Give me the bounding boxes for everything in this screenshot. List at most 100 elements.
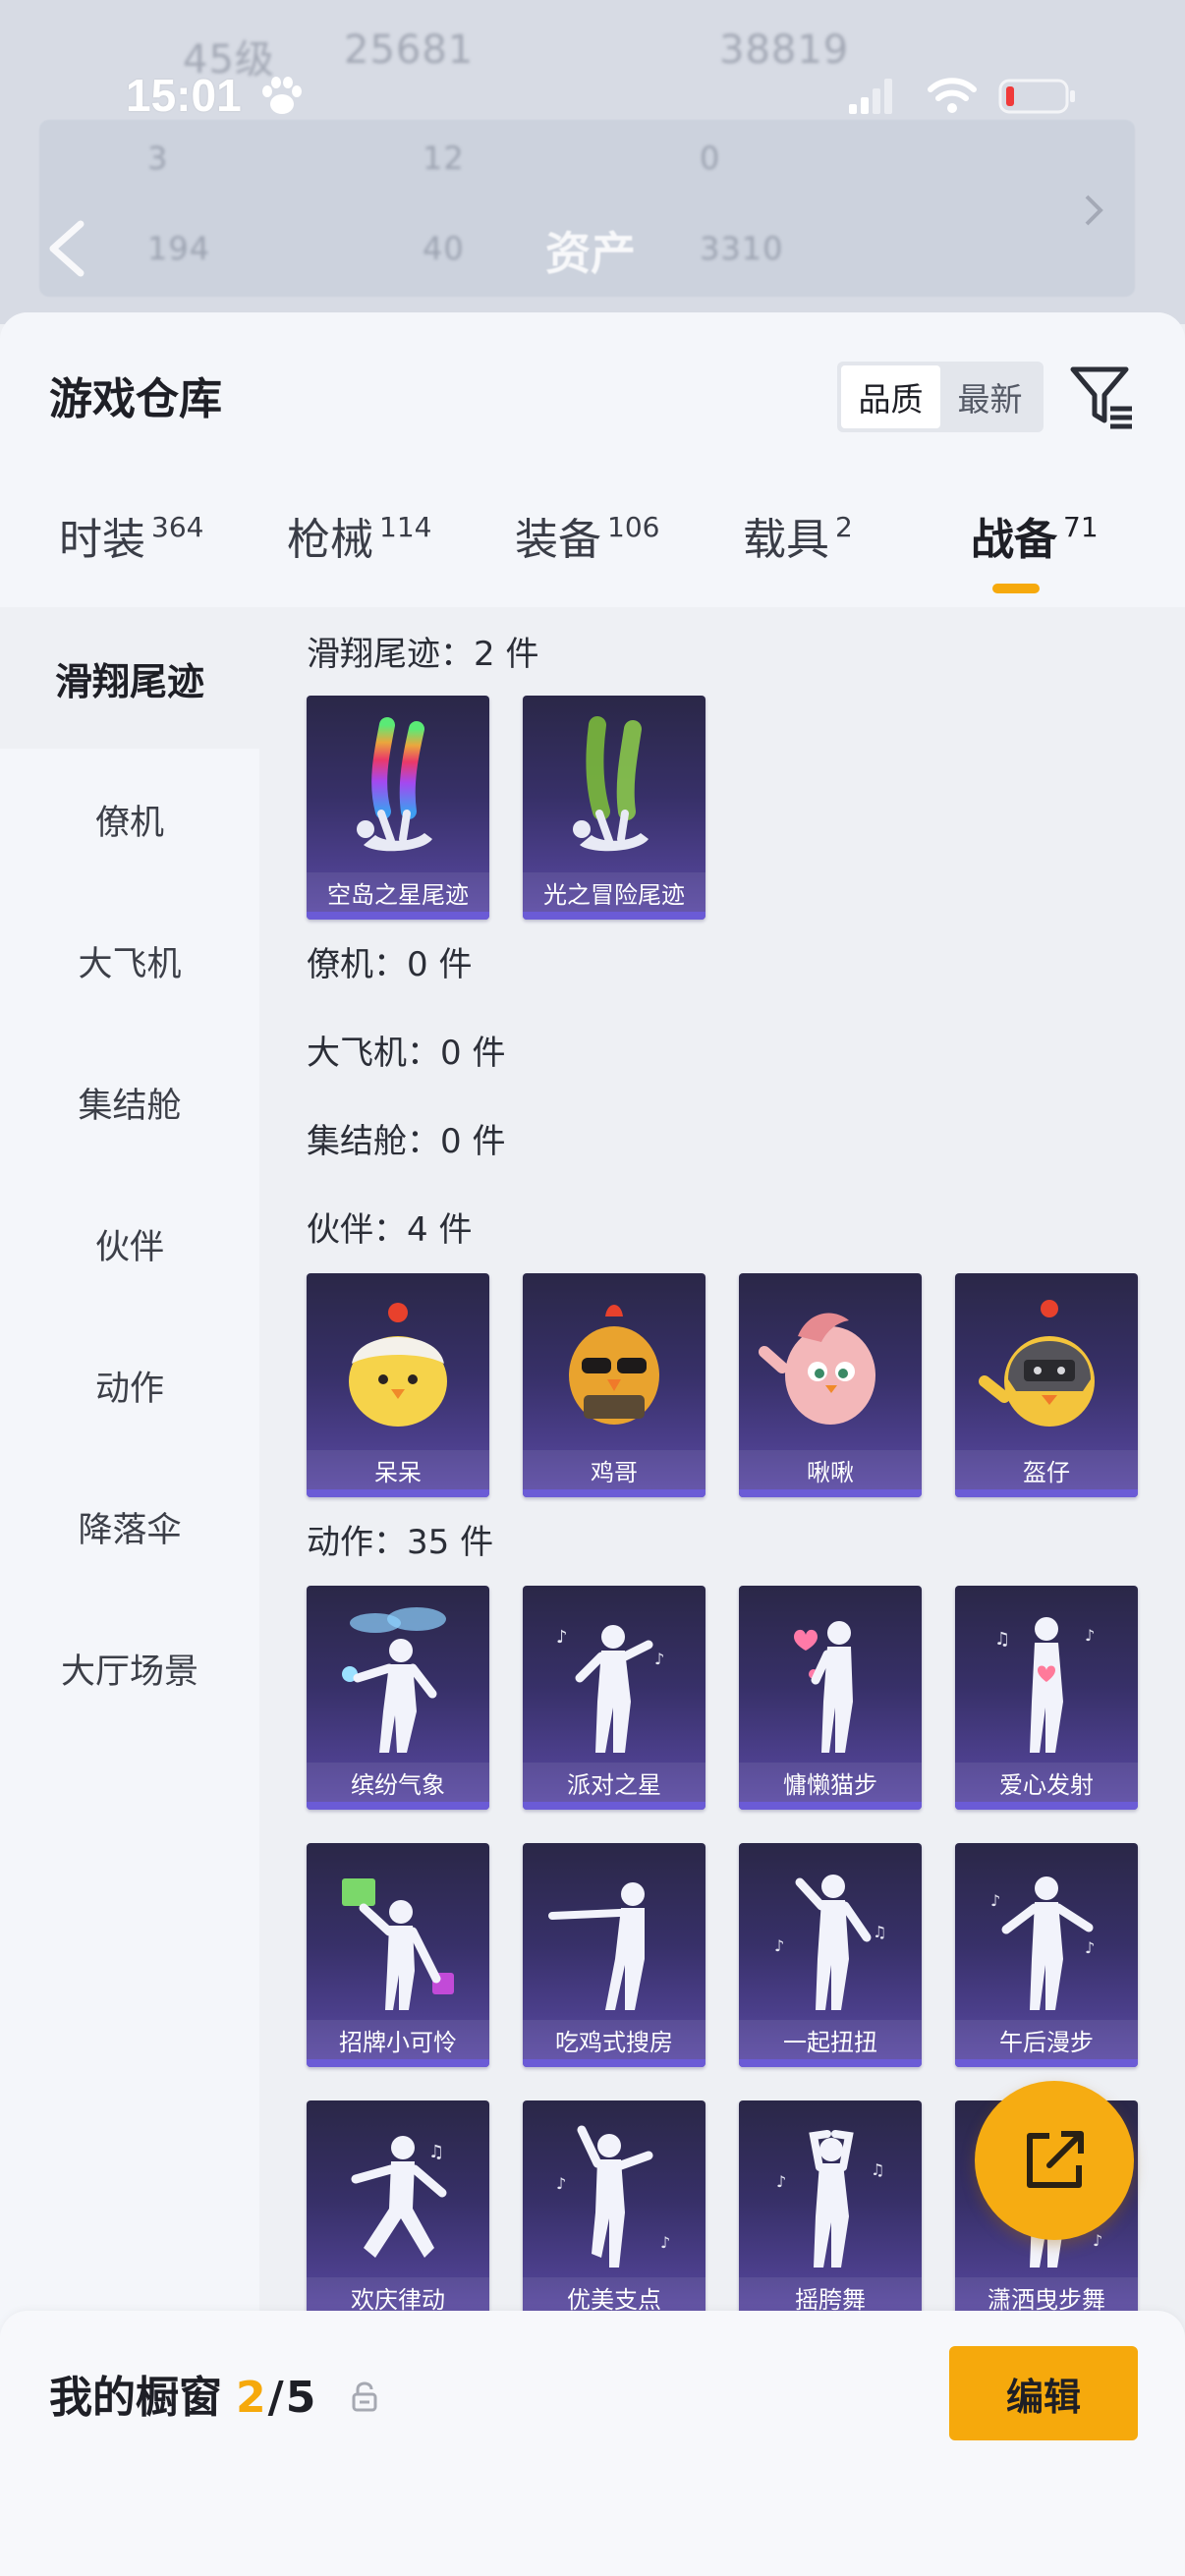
svg-text:♪: ♪ [1085, 1626, 1095, 1645]
item-card-emote[interactable]: ♪ ♪ 优美支点 [523, 2100, 705, 2324]
svg-text:♪: ♪ [774, 1936, 784, 1955]
sidebar-item-emote[interactable]: 动作 [0, 1315, 259, 1456]
sidebar-item-plane[interactable]: 大飞机 [0, 890, 259, 1032]
item-card-emote[interactable]: ♫ 欢庆律动 [307, 2100, 489, 2324]
card-rarity-bar [523, 912, 705, 920]
item-card-trail[interactable]: 光之冒险尾迹 [523, 696, 705, 920]
emote-figure-icon: ♪ ♫ [774, 1875, 886, 2010]
item-card-label: 光之冒险尾迹 [523, 872, 705, 912]
item-card-label: 缤纷气象 [307, 1763, 489, 1802]
svg-text:♪: ♪ [776, 2172, 786, 2191]
item-card-emote[interactable]: ♪ ♪ 午后漫步 [955, 1843, 1138, 2067]
sidebar-item-parachute[interactable]: 降落伞 [0, 1456, 259, 1597]
wifi-icon [928, 78, 977, 113]
tab-count: 114 [379, 511, 432, 543]
svg-text:♪: ♪ [660, 2233, 670, 2252]
back-icon[interactable] [45, 218, 88, 279]
item-card-emote[interactable]: 吃鸡式搜房 [523, 1843, 705, 2067]
active-tab-indicator [992, 584, 1040, 593]
edit-button[interactable]: 编辑 [949, 2346, 1138, 2440]
ghost-stat: 12 [423, 140, 465, 177]
tab-vehicles[interactable]: 载具 2 [743, 499, 853, 607]
emote-figure-icon: ♫ [351, 2136, 447, 2258]
chick-kuizai-icon [979, 1300, 1095, 1427]
ghost-value: 25681 [344, 28, 475, 73]
item-card-emote[interactable]: ♪ ♫ 摇胯舞 [739, 2100, 922, 2324]
card-rarity-bar [739, 2059, 922, 2067]
item-card-label: 啾啾 [739, 1450, 922, 1489]
card-rarity-bar [307, 912, 489, 920]
battery-icon [998, 79, 1075, 114]
card-rarity-bar [307, 2059, 489, 2067]
ghost-stat: 3 [147, 140, 169, 177]
share-icon [1027, 2131, 1084, 2188]
item-card-emote[interactable]: ♪ ♪ 派对之星 [523, 1586, 705, 1810]
item-card-partner[interactable]: 盔仔 [955, 1273, 1138, 1497]
tab-equipment[interactable]: 装备 106 [515, 499, 659, 607]
sidebar-item-glide-trail[interactable]: 滑翔尾迹 [0, 607, 259, 749]
svg-text:♫: ♫ [871, 2160, 884, 2179]
tab-label: 时装 [59, 515, 145, 565]
sort-option-quality[interactable]: 品质 [841, 365, 940, 428]
share-button[interactable] [975, 2081, 1134, 2240]
svg-text:♫: ♫ [873, 1923, 886, 1941]
tab-label: 载具 [743, 515, 829, 565]
ghost-stat: 3310 [700, 230, 784, 267]
svg-text:♪: ♪ [990, 1891, 1000, 1910]
item-card-partner[interactable]: 啾啾 [739, 1273, 922, 1497]
section-title-plane: 大飞机：0 件 [307, 1034, 506, 1073]
sidebar-item-lobby-scene[interactable]: 大厅场景 [0, 1597, 259, 1739]
item-card-trail[interactable]: 空岛之星尾迹 [307, 696, 489, 920]
section-title-trail: 滑翔尾迹：2 件 [307, 635, 539, 674]
emote-figure-icon: ♪ ♪ [556, 1625, 664, 1753]
item-card-partner[interactable]: 鸡哥 [523, 1273, 705, 1497]
sidebar-item-pod[interactable]: 集结舱 [0, 1032, 259, 1173]
svg-text:♪: ♪ [1093, 2231, 1102, 2250]
tab-label: 装备 [515, 515, 601, 565]
showcase-title: 我的橱窗 [49, 2373, 222, 2423]
item-card-label: 爱心发射 [955, 1763, 1138, 1802]
item-card-emote[interactable]: 缤纷气象 [307, 1586, 489, 1810]
svg-text:♪: ♪ [1085, 1938, 1095, 1957]
emote-figure-icon: ♪ ♪ [556, 2125, 670, 2268]
emote-figure-icon: ♫ ♪ [994, 1617, 1095, 1753]
tab-count: 106 [607, 511, 660, 543]
item-card-partner[interactable]: 呆呆 [307, 1273, 489, 1497]
emote-figure-icon [794, 1621, 853, 1753]
lock-icon [352, 2381, 377, 2412]
tab-count: 2 [835, 511, 853, 543]
trail-art-icon [357, 717, 432, 852]
svg-text:♫: ♫ [994, 1629, 1010, 1650]
subcategory-sidebar: 滑翔尾迹 僚机 大飞机 集结舱 伙伴 动作 降落伞 大厅场景 [0, 607, 259, 2576]
item-card-emote[interactable]: ♫ ♪ 爱心发射 [955, 1586, 1138, 1810]
sidebar-item-partner[interactable]: 伙伴 [0, 1173, 259, 1315]
card-rarity-bar [523, 1802, 705, 1810]
tab-fashion[interactable]: 时装 364 [59, 499, 203, 607]
showcase-current-count: 2 [236, 2373, 266, 2423]
filter-icon[interactable] [1069, 364, 1136, 432]
item-card-label: 派对之星 [523, 1763, 705, 1802]
section-title-pod: 集结舱：0 件 [307, 1122, 506, 1161]
item-card-label: 一起扭扭 [739, 2020, 922, 2059]
svg-text:♪: ♪ [556, 2174, 566, 2193]
tab-guns[interactable]: 枪械 114 [287, 499, 431, 607]
sidebar-item-wingman[interactable]: 僚机 [0, 749, 259, 890]
card-rarity-bar [955, 1489, 1138, 1497]
item-card-emote[interactable]: ♪ ♫ 一起扭扭 [739, 1843, 922, 2067]
sort-option-newest[interactable]: 最新 [940, 365, 1040, 428]
section-title-partner: 伙伴：4 件 [307, 1210, 473, 1250]
item-card-emote[interactable]: 招牌小可怜 [307, 1843, 489, 2067]
section-title-emote: 动作：35 件 [307, 1523, 494, 1562]
item-grid-area: 滑翔尾迹：2 件 空岛之星尾迹 光之冒险尾迹 僚机：0 件 大飞机：0 件 集结… [259, 607, 1185, 2576]
emote-figure-icon [342, 1607, 446, 1753]
emote-figure-icon [342, 1878, 454, 2010]
svg-text:♫: ♫ [428, 2142, 444, 2162]
card-rarity-bar [739, 1802, 922, 1810]
showcase-separator: / [267, 2373, 284, 2423]
ghost-stat: 194 [147, 230, 211, 267]
item-card-emote[interactable]: 慵懒猫步 [739, 1586, 922, 1810]
item-card-label: 呆呆 [307, 1450, 489, 1489]
svg-text:♪: ♪ [556, 1627, 568, 1648]
warehouse-topbar: 游戏仓库 品质 最新 时装 364 枪械 114 装备 106 载具 2 战备 … [0, 312, 1185, 607]
svg-text:♪: ♪ [654, 1650, 664, 1668]
